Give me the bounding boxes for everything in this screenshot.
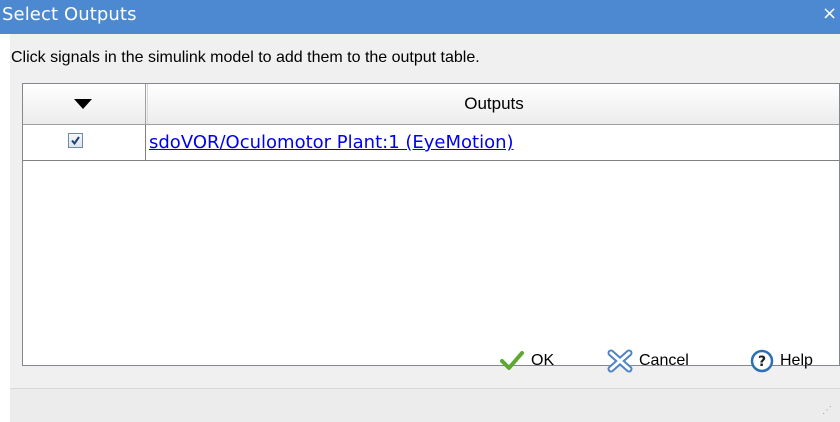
title-bar: Select Outputs ×	[0, 0, 840, 34]
triangle-down-icon[interactable]	[74, 99, 92, 109]
window-title: Select Outputs	[2, 4, 137, 25]
table-header: Outputs	[23, 84, 839, 125]
ok-button[interactable]: OK	[499, 344, 554, 378]
help-label: Help	[780, 352, 813, 369]
ok-label: OK	[531, 352, 555, 369]
output-signal-link[interactable]: sdoVOR/Oculomotor Plant:1 (EyeMotion)	[149, 132, 514, 153]
row-checkbox-cell	[23, 125, 146, 160]
status-bar	[10, 388, 840, 422]
table-row[interactable]: sdoVOR/Oculomotor Plant:1 (EyeMotion)	[23, 125, 839, 161]
output-checkbox[interactable]	[68, 133, 83, 148]
cancel-button[interactable]: Cancel	[607, 344, 689, 378]
svg-text:?: ?	[758, 354, 766, 370]
outputs-table: Outputs sdoVOR/Oculomotor Plant:1 (EyeMo…	[22, 83, 840, 366]
checkmark-icon	[71, 136, 80, 146]
outputs-column-label: Outputs	[464, 94, 524, 113]
outputs-column-header[interactable]: Outputs	[147, 84, 840, 124]
instructions-text: Click signals in the simulink model to a…	[11, 49, 480, 66]
cancel-label: Cancel	[639, 352, 689, 369]
select-column-header[interactable]	[23, 84, 146, 124]
close-icon[interactable]: ×	[822, 4, 840, 26]
resize-grip-icon[interactable]: ⋰	[822, 405, 832, 416]
help-icon: ?	[750, 349, 774, 373]
cross-icon	[607, 349, 633, 373]
check-icon	[500, 351, 524, 370]
help-button[interactable]: ? Help	[750, 344, 813, 378]
